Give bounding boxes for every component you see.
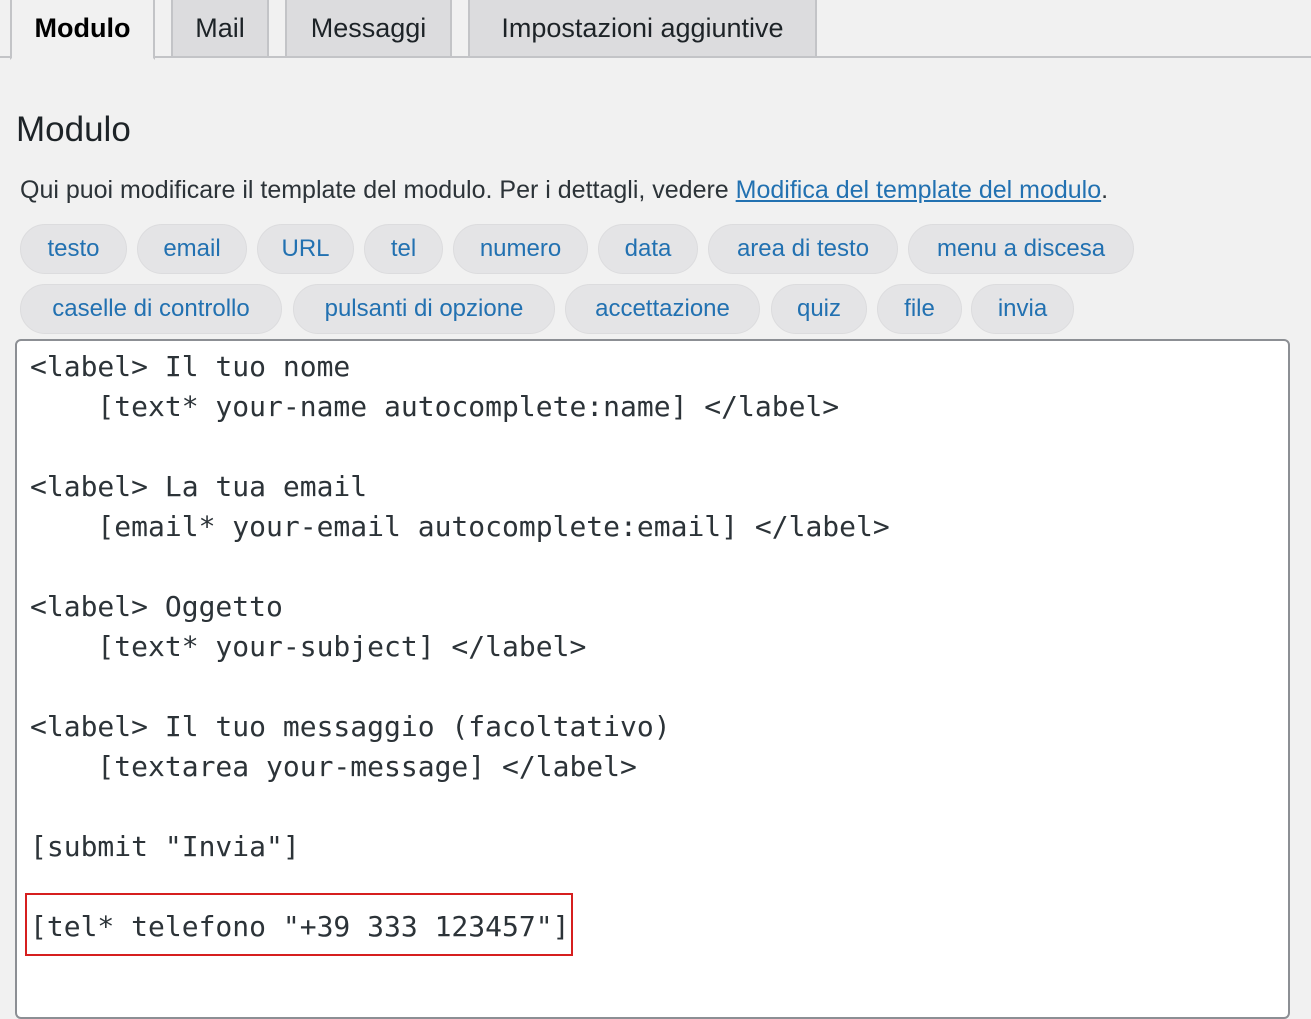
- tag-button-area-di-testo[interactable]: area di testo: [708, 224, 898, 274]
- code-line: [textarea your-message] </label>: [30, 750, 637, 783]
- code-line: [text* your-name autocomplete:name] </la…: [30, 390, 840, 423]
- tag-button-accettazione[interactable]: accettazione: [565, 284, 760, 334]
- code-line: [text* your-subject] </label>: [30, 630, 587, 663]
- tab-impostazioni-aggiuntive[interactable]: Impostazioni aggiuntive: [468, 0, 817, 58]
- tag-button-quiz[interactable]: quiz: [771, 284, 867, 334]
- edit-template-link[interactable]: Modifica del template del modulo: [736, 176, 1101, 204]
- code-line: <label> La tua email: [30, 470, 368, 503]
- tag-button-url[interactable]: URL: [257, 224, 354, 274]
- tag-button-email[interactable]: email: [137, 224, 247, 274]
- tag-button-caselle-di-controllo[interactable]: caselle di controllo: [20, 284, 282, 334]
- tab-mail[interactable]: Mail: [171, 0, 269, 58]
- tag-button-pulsanti-di-opzione[interactable]: pulsanti di opzione: [293, 284, 555, 334]
- description-text: Qui puoi modificare il template del modu…: [20, 176, 736, 204]
- tag-button-invia[interactable]: invia: [971, 284, 1074, 334]
- code-line: [email* your-email autocomplete:email] <…: [30, 510, 890, 543]
- tag-button-numero[interactable]: numero: [453, 224, 588, 274]
- tag-button-data[interactable]: data: [598, 224, 698, 274]
- section-title: Modulo: [16, 110, 131, 149]
- tag-button-tel[interactable]: tel: [364, 224, 443, 274]
- tab-modulo[interactable]: Modulo: [10, 0, 155, 60]
- tag-button-menu-a-discesa[interactable]: menu a discesa: [908, 224, 1134, 274]
- highlight-box: [25, 893, 573, 956]
- code-line: [submit "Invia"]: [30, 830, 300, 863]
- tab-bar: Modulo Mail Messaggi Impostazioni aggiun…: [0, 0, 1311, 60]
- tag-button-testo[interactable]: testo: [20, 224, 127, 274]
- description-end: .: [1101, 176, 1109, 204]
- code-line: <label> Il tuo messaggio (facoltativo): [30, 710, 671, 743]
- tab-messaggi[interactable]: Messaggi: [285, 0, 452, 58]
- tag-button-file[interactable]: file: [877, 284, 962, 334]
- code-line: <label> Oggetto: [30, 590, 283, 623]
- section-description: Qui puoi modificare il template del modu…: [20, 172, 1108, 208]
- code-line: <label> Il tuo nome: [30, 350, 351, 383]
